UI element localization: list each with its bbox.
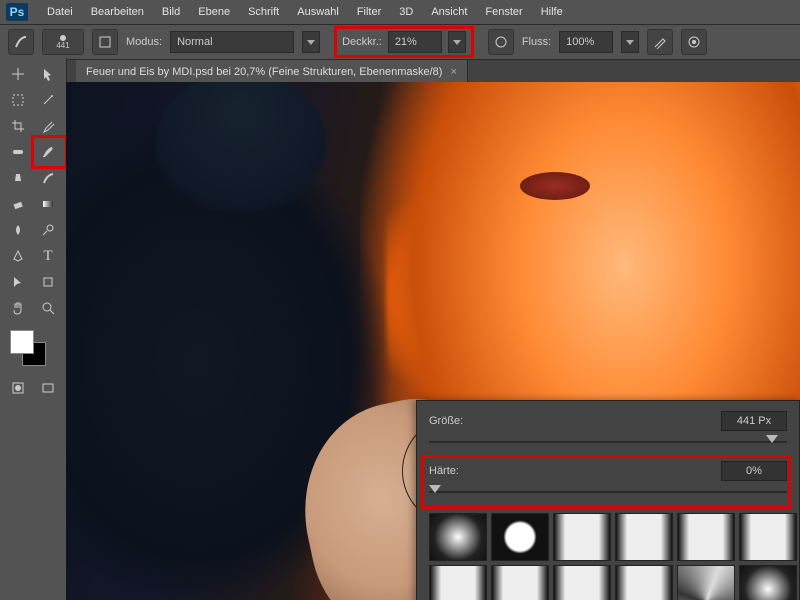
- foreground-color-swatch[interactable]: [10, 330, 34, 354]
- quickmask-icon[interactable]: [4, 376, 32, 400]
- image-beard: [156, 82, 326, 212]
- menu-auswahl[interactable]: Auswahl: [288, 6, 348, 18]
- color-swatches[interactable]: [10, 330, 46, 366]
- document-title: Feuer und Eis by MDI.psd bei 20,7% (Fein…: [86, 66, 442, 78]
- brush-tip[interactable]: [739, 565, 797, 600]
- blur-tool[interactable]: [4, 218, 32, 242]
- shape-tool[interactable]: [34, 270, 62, 294]
- flow-chevron[interactable]: [621, 31, 639, 53]
- history-brush-tool[interactable]: [34, 166, 62, 190]
- pressure-size-icon[interactable]: [681, 29, 707, 55]
- tool-preset-icon[interactable]: [8, 29, 34, 55]
- path-selection-tool[interactable]: [4, 270, 32, 294]
- close-tab-icon[interactable]: ×: [450, 66, 456, 78]
- menu-bild[interactable]: Bild: [153, 6, 189, 18]
- menu-datei[interactable]: Datei: [38, 6, 82, 18]
- document-tab[interactable]: Feuer und Eis by MDI.psd bei 20,7% (Fein…: [76, 60, 468, 84]
- opacity-chevron[interactable]: [448, 31, 466, 53]
- document-tab-bar: Feuer und Eis by MDI.psd bei 20,7% (Fein…: [0, 60, 800, 84]
- flow-field[interactable]: 100%: [559, 31, 613, 53]
- brush-tip[interactable]: [553, 565, 611, 600]
- pen-tool[interactable]: [4, 244, 32, 268]
- brush-tip[interactable]: [615, 513, 673, 561]
- dodge-tool[interactable]: [34, 218, 62, 242]
- marquee-tool[interactable]: [4, 88, 32, 112]
- selection-tool[interactable]: [34, 62, 62, 86]
- mode-label: Modus:: [126, 36, 162, 48]
- blend-mode-chevron[interactable]: [302, 31, 320, 53]
- blend-mode-select[interactable]: Normal: [170, 31, 294, 53]
- brush-tip-grid: [429, 513, 799, 600]
- menu-ebene[interactable]: Ebene: [189, 6, 239, 18]
- brush-tip[interactable]: [615, 565, 673, 600]
- brush-preset-panel: Größe: 441 Px Härte: 0%: [416, 400, 800, 600]
- brush-tip[interactable]: [429, 565, 487, 600]
- document-canvas[interactable]: Größe: 441 Px Härte: 0%: [66, 82, 800, 600]
- options-bar: 441 Modus: Normal Deckkr.: 21% Fluss: 10…: [0, 25, 800, 60]
- pressure-opacity-icon[interactable]: [488, 29, 514, 55]
- brush-tip[interactable]: [739, 513, 797, 561]
- clone-stamp-tool[interactable]: [4, 166, 32, 190]
- healing-brush-tool[interactable]: [4, 140, 32, 164]
- type-tool[interactable]: T: [34, 244, 62, 268]
- screenmode-icon[interactable]: [34, 376, 62, 400]
- hardness-field[interactable]: 0%: [721, 461, 787, 481]
- menu-hilfe[interactable]: Hilfe: [532, 6, 572, 18]
- brush-tip[interactable]: [491, 513, 549, 561]
- tools-panel: T: [0, 58, 67, 600]
- eyedropper-tool[interactable]: [34, 114, 62, 138]
- hardness-slider[interactable]: [429, 483, 787, 501]
- brush-panel-toggle-icon[interactable]: [92, 29, 118, 55]
- menu-bearbeiten[interactable]: Bearbeiten: [82, 6, 153, 18]
- brush-tip[interactable]: [429, 513, 487, 561]
- brush-tip[interactable]: [677, 565, 735, 600]
- move-tool[interactable]: [4, 62, 32, 86]
- brush-tip[interactable]: [677, 513, 735, 561]
- eraser-tool[interactable]: [4, 192, 32, 216]
- opacity-field[interactable]: 21%: [388, 31, 442, 53]
- menu-filter[interactable]: Filter: [348, 6, 390, 18]
- menu-ansicht[interactable]: Ansicht: [422, 6, 476, 18]
- menu-fenster[interactable]: Fenster: [476, 6, 531, 18]
- opacity-highlight: Deckkr.: 21%: [334, 26, 474, 58]
- photoshop-logo: Ps: [6, 3, 28, 21]
- menu-schrift[interactable]: Schrift: [239, 6, 288, 18]
- brush-tip[interactable]: [553, 513, 611, 561]
- brush-tip[interactable]: [491, 565, 549, 600]
- opacity-label: Deckkr.:: [342, 36, 382, 48]
- hand-tool[interactable]: [4, 296, 32, 320]
- airbrush-icon[interactable]: [647, 29, 673, 55]
- menu-3d[interactable]: 3D: [390, 6, 422, 18]
- image-lips: [520, 172, 590, 200]
- menu-bar: Ps Datei Bearbeiten Bild Ebene Schrift A…: [0, 0, 800, 25]
- size-label: Größe:: [429, 415, 485, 427]
- flow-label: Fluss:: [522, 36, 551, 48]
- size-slider[interactable]: [429, 433, 787, 451]
- size-field[interactable]: 441 Px: [721, 411, 787, 431]
- zoom-tool[interactable]: [34, 296, 62, 320]
- brush-tool[interactable]: [34, 140, 62, 164]
- crop-tool[interactable]: [4, 114, 32, 138]
- magic-wand-tool[interactable]: [34, 88, 62, 112]
- brush-preset-picker[interactable]: 441: [42, 29, 84, 55]
- hardness-label: Härte:: [429, 465, 485, 477]
- gradient-tool[interactable]: [34, 192, 62, 216]
